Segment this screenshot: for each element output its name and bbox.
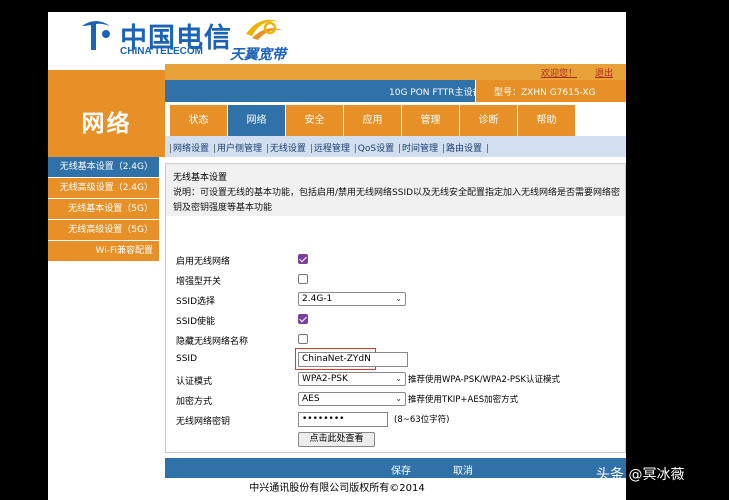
- encryption-value: AES: [302, 394, 320, 404]
- field-label: SSID使能: [176, 317, 216, 327]
- tab-status[interactable]: 状态: [170, 105, 227, 136]
- panel-title: 无线基本设置: [173, 173, 228, 183]
- sidebar-item-basic-24g[interactable]: 无线基本设置（2.4G）: [48, 157, 159, 178]
- row-view-key: 点击此处查看: [166, 430, 625, 450]
- panel-header: 无线基本设置 说明：可设置无线的基本功能，包括启用/禁用无线网络SSID以及无线…: [166, 164, 625, 216]
- save-button[interactable]: 保存: [391, 462, 411, 477]
- welcome-bar: 欢迎您！ 退出: [165, 64, 626, 80]
- subnav-qos[interactable]: QoS设置: [358, 144, 394, 154]
- hide-ssid-checkbox[interactable]: [298, 334, 308, 344]
- tab-diagnosis[interactable]: 诊断: [460, 105, 517, 136]
- field-label: SSID: [176, 354, 198, 364]
- watermark: 头条 @冥冰薇: [596, 467, 685, 483]
- subnav-routing[interactable]: 路由设置: [446, 144, 482, 154]
- subnav-time[interactable]: 时间管理: [402, 144, 438, 154]
- product-name: 10G PON FTTR主设备: [389, 88, 482, 98]
- logout-link[interactable]: 退出: [595, 66, 613, 79]
- top-accent-bar: [48, 70, 165, 80]
- row-hide-ssid: 隐藏无线网络名称: [166, 330, 625, 350]
- field-label: 启用无线网络: [176, 257, 231, 267]
- section-title: 网络: [81, 111, 132, 137]
- sidebar-item-basic-5g[interactable]: 无线基本设置（5G）: [48, 199, 159, 220]
- field-label: 无线网络密钥: [176, 417, 231, 427]
- tab-help[interactable]: 帮助: [518, 105, 575, 136]
- auth-mode-select[interactable]: WPA2-PSK ⌄: [298, 372, 406, 386]
- chevron-down-icon: ⌄: [395, 394, 402, 403]
- subnav-wireless[interactable]: 无线设置: [270, 144, 306, 154]
- field-label: 隐藏无线网络名称: [176, 337, 249, 347]
- sidebar: 无线基本设置（2.4G） 无线高级设置（2.4G） 无线基本设置（5G） 无线高…: [48, 157, 159, 262]
- row-enhanced: 增强型开关: [166, 270, 625, 290]
- panel-description: 说明：可设置无线的基本功能，包括启用/禁用无线网络SSID以及无线安全配置指定加…: [173, 188, 621, 213]
- key-hint: (8~63位字符): [394, 415, 450, 425]
- row-ssid-enable: SSID使能: [166, 310, 625, 330]
- tab-management[interactable]: 管理: [402, 105, 459, 136]
- enable-wireless-checkbox[interactable]: [298, 254, 308, 264]
- sidebar-item-advanced-24g[interactable]: 无线高级设置（2.4G）: [48, 178, 159, 199]
- tianyi-logo-icon: [246, 19, 282, 40]
- chevron-down-icon: ⌄: [395, 294, 402, 303]
- ssid-select-value: 2.4G-1: [302, 294, 333, 304]
- china-telecom-logo-icon: [82, 21, 110, 50]
- model-bar: 10G PON FTTR主设备 型号：ZXHN G7615-XG: [165, 80, 626, 102]
- copyright: 中兴通讯股份有限公司版权所有©2014: [48, 478, 626, 500]
- row-encryption: 加密方式 AES ⌄ 推荐使用TKIP+AES加密方式: [166, 390, 625, 410]
- sidebar-item-advanced-5g[interactable]: 无线高级设置（5G）: [48, 220, 159, 241]
- field-label: 增强型开关: [176, 277, 222, 287]
- main-nav: 状态 网络 安全 应用 管理 诊断 帮助: [165, 102, 626, 136]
- view-key-button[interactable]: 点击此处查看: [298, 432, 375, 447]
- chevron-down-icon: ⌄: [395, 374, 402, 383]
- row-ssid: SSID ChinaNet-ZYdN: [166, 348, 625, 370]
- row-enable-wireless: 启用无线网络: [166, 250, 625, 270]
- row-auth-mode: 认证模式 WPA2-PSK ⌄ 推荐使用WPA-PSK/WPA2-PSK认证模式: [166, 370, 625, 390]
- ssid-input[interactable]: ChinaNet-ZYdN: [298, 352, 408, 367]
- tab-application[interactable]: 应用: [344, 105, 401, 136]
- field-label: 认证模式: [176, 377, 213, 387]
- cancel-button[interactable]: 取消: [453, 462, 473, 477]
- auth-mode-value: WPA2-PSK: [302, 374, 348, 384]
- welcome-link[interactable]: 欢迎您！: [541, 66, 577, 79]
- encryption-select[interactable]: AES ⌄: [298, 392, 406, 406]
- sub-nav: |网络设置 |用户侧管理 |无线设置 |远程管理 |QoS设置 |时间管理 |路…: [165, 136, 626, 157]
- ssid-enable-checkbox[interactable]: [298, 314, 308, 324]
- row-ssid-select: SSID选择 2.4G-1 ⌄: [166, 290, 625, 310]
- action-bar: 保存 取消: [165, 458, 626, 478]
- brand-name-en: CHINA TELECOM: [120, 46, 203, 57]
- field-label: SSID选择: [176, 297, 216, 307]
- model-name: 型号：ZXHN G7615-XG: [494, 88, 596, 98]
- encryption-hint: 推荐使用TKIP+AES加密方式: [408, 395, 519, 405]
- enhanced-checkbox[interactable]: [298, 274, 308, 284]
- tab-network[interactable]: 网络: [228, 105, 285, 136]
- sidebar-item-wifi-compat[interactable]: Wi-Fi兼容配置: [48, 241, 159, 262]
- ssid-select[interactable]: 2.4G-1 ⌄: [298, 292, 406, 306]
- subnav-user-side[interactable]: 用户侧管理: [217, 144, 262, 154]
- settings-panel: 无线基本设置 说明：可设置无线的基本功能，包括启用/禁用无线网络SSID以及无线…: [165, 163, 626, 453]
- model-box: 型号：ZXHN G7615-XG: [475, 80, 626, 102]
- subnav-network-settings[interactable]: 网络设置: [173, 144, 209, 154]
- key-input[interactable]: ••••••••: [298, 412, 388, 427]
- tab-security[interactable]: 安全: [286, 105, 343, 136]
- subnav-remote[interactable]: 远程管理: [314, 144, 350, 154]
- section-panel: 网络: [48, 80, 165, 157]
- field-label: 加密方式: [176, 397, 213, 407]
- router-admin-page: 中国电信 CHINA TELECOM 天翼宽带 欢迎您！ 退出 网络 10G P…: [48, 12, 626, 500]
- sub-brand: 天翼宽带: [230, 47, 286, 63]
- row-key: 无线网络密钥 •••••••• (8~63位字符): [166, 410, 625, 430]
- auth-mode-hint: 推荐使用WPA-PSK/WPA2-PSK认证模式: [408, 375, 561, 385]
